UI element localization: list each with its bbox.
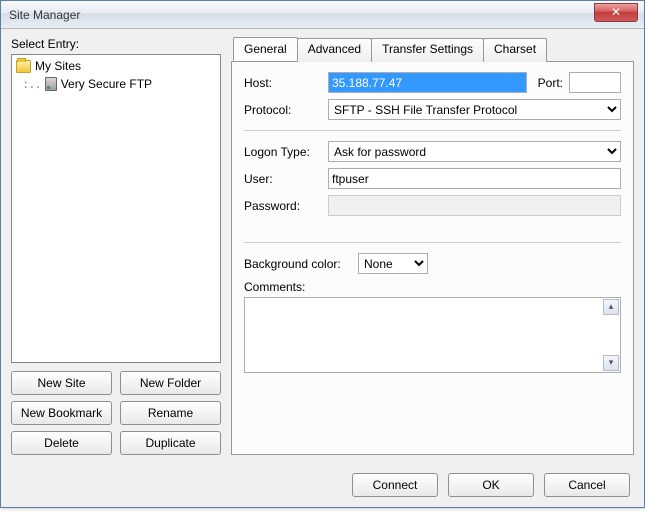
scroll-down-icon[interactable]: ▾ — [603, 355, 619, 371]
cancel-button[interactable]: Cancel — [544, 473, 630, 497]
comments-label: Comments: — [244, 280, 621, 294]
tree-item-site[interactable]: :.. Very Secure FTP — [14, 75, 218, 93]
titlebar: Site Manager ✕ — [1, 1, 644, 29]
logon-type-row: Logon Type: Ask for password — [244, 141, 621, 162]
site-manager-window: Site Manager ✕ Select Entry: My Sites :.… — [0, 0, 645, 508]
server-icon — [45, 77, 57, 91]
folder-icon — [16, 60, 31, 73]
port-input[interactable] — [569, 72, 621, 93]
password-row: Password: — [244, 195, 621, 216]
tab-general[interactable]: General — [233, 37, 298, 61]
user-row: User: — [244, 168, 621, 189]
scroll-up-icon[interactable]: ▴ — [603, 299, 619, 315]
left-button-grid: New Site New Folder New Bookmark Rename … — [11, 371, 221, 455]
tree-connector: :.. — [22, 77, 41, 91]
new-folder-button[interactable]: New Folder — [120, 371, 221, 395]
duplicate-button[interactable]: Duplicate — [120, 431, 221, 455]
protocol-row: Protocol: SFTP - SSH File Transfer Proto… — [244, 99, 621, 120]
comments-textarea[interactable]: ▴ ▾ — [244, 297, 621, 373]
tree-root-label: My Sites — [35, 59, 81, 73]
protocol-label: Protocol: — [244, 103, 322, 117]
new-site-button[interactable]: New Site — [11, 371, 112, 395]
close-button[interactable]: ✕ — [594, 3, 638, 22]
host-input[interactable] — [328, 72, 527, 93]
window-title: Site Manager — [9, 8, 594, 22]
new-bookmark-button[interactable]: New Bookmark — [11, 401, 112, 425]
bgcolor-select[interactable]: None — [358, 253, 428, 274]
tree-item-label: Very Secure FTP — [61, 77, 152, 91]
connect-button[interactable]: Connect — [352, 473, 438, 497]
user-input[interactable] — [328, 168, 621, 189]
user-label: User: — [244, 172, 322, 186]
password-label: Password: — [244, 199, 322, 213]
logon-type-select[interactable]: Ask for password — [328, 141, 621, 162]
tab-panel-general: Host: Port: Protocol: SFTP - SSH File Tr… — [231, 61, 634, 455]
select-entry-label: Select Entry: — [11, 37, 221, 51]
host-row: Host: Port: — [244, 72, 621, 93]
bgcolor-label: Background color: — [244, 257, 352, 271]
rename-button[interactable]: Rename — [120, 401, 221, 425]
host-label: Host: — [244, 76, 322, 90]
delete-button[interactable]: Delete — [11, 431, 112, 455]
tab-advanced[interactable]: Advanced — [297, 38, 372, 62]
logon-type-label: Logon Type: — [244, 145, 322, 159]
ok-button[interactable]: OK — [448, 473, 534, 497]
tab-charset[interactable]: Charset — [483, 38, 547, 62]
site-tree[interactable]: My Sites :.. Very Secure FTP — [11, 54, 221, 363]
tab-transfer-settings[interactable]: Transfer Settings — [371, 38, 484, 62]
content-area: Select Entry: My Sites :.. Very Secure F… — [1, 29, 644, 463]
port-label: Port: — [533, 76, 563, 90]
tab-strip: General Advanced Transfer Settings Chars… — [233, 37, 634, 61]
footer: Connect OK Cancel — [1, 463, 644, 507]
bgcolor-row: Background color: None — [244, 253, 621, 274]
divider-1 — [244, 130, 621, 131]
divider-2 — [244, 242, 621, 243]
tree-root[interactable]: My Sites — [14, 57, 218, 75]
right-pane: General Advanced Transfer Settings Chars… — [231, 37, 634, 455]
password-input — [328, 195, 621, 216]
protocol-select[interactable]: SFTP - SSH File Transfer Protocol — [328, 99, 621, 120]
left-pane: Select Entry: My Sites :.. Very Secure F… — [11, 37, 221, 455]
